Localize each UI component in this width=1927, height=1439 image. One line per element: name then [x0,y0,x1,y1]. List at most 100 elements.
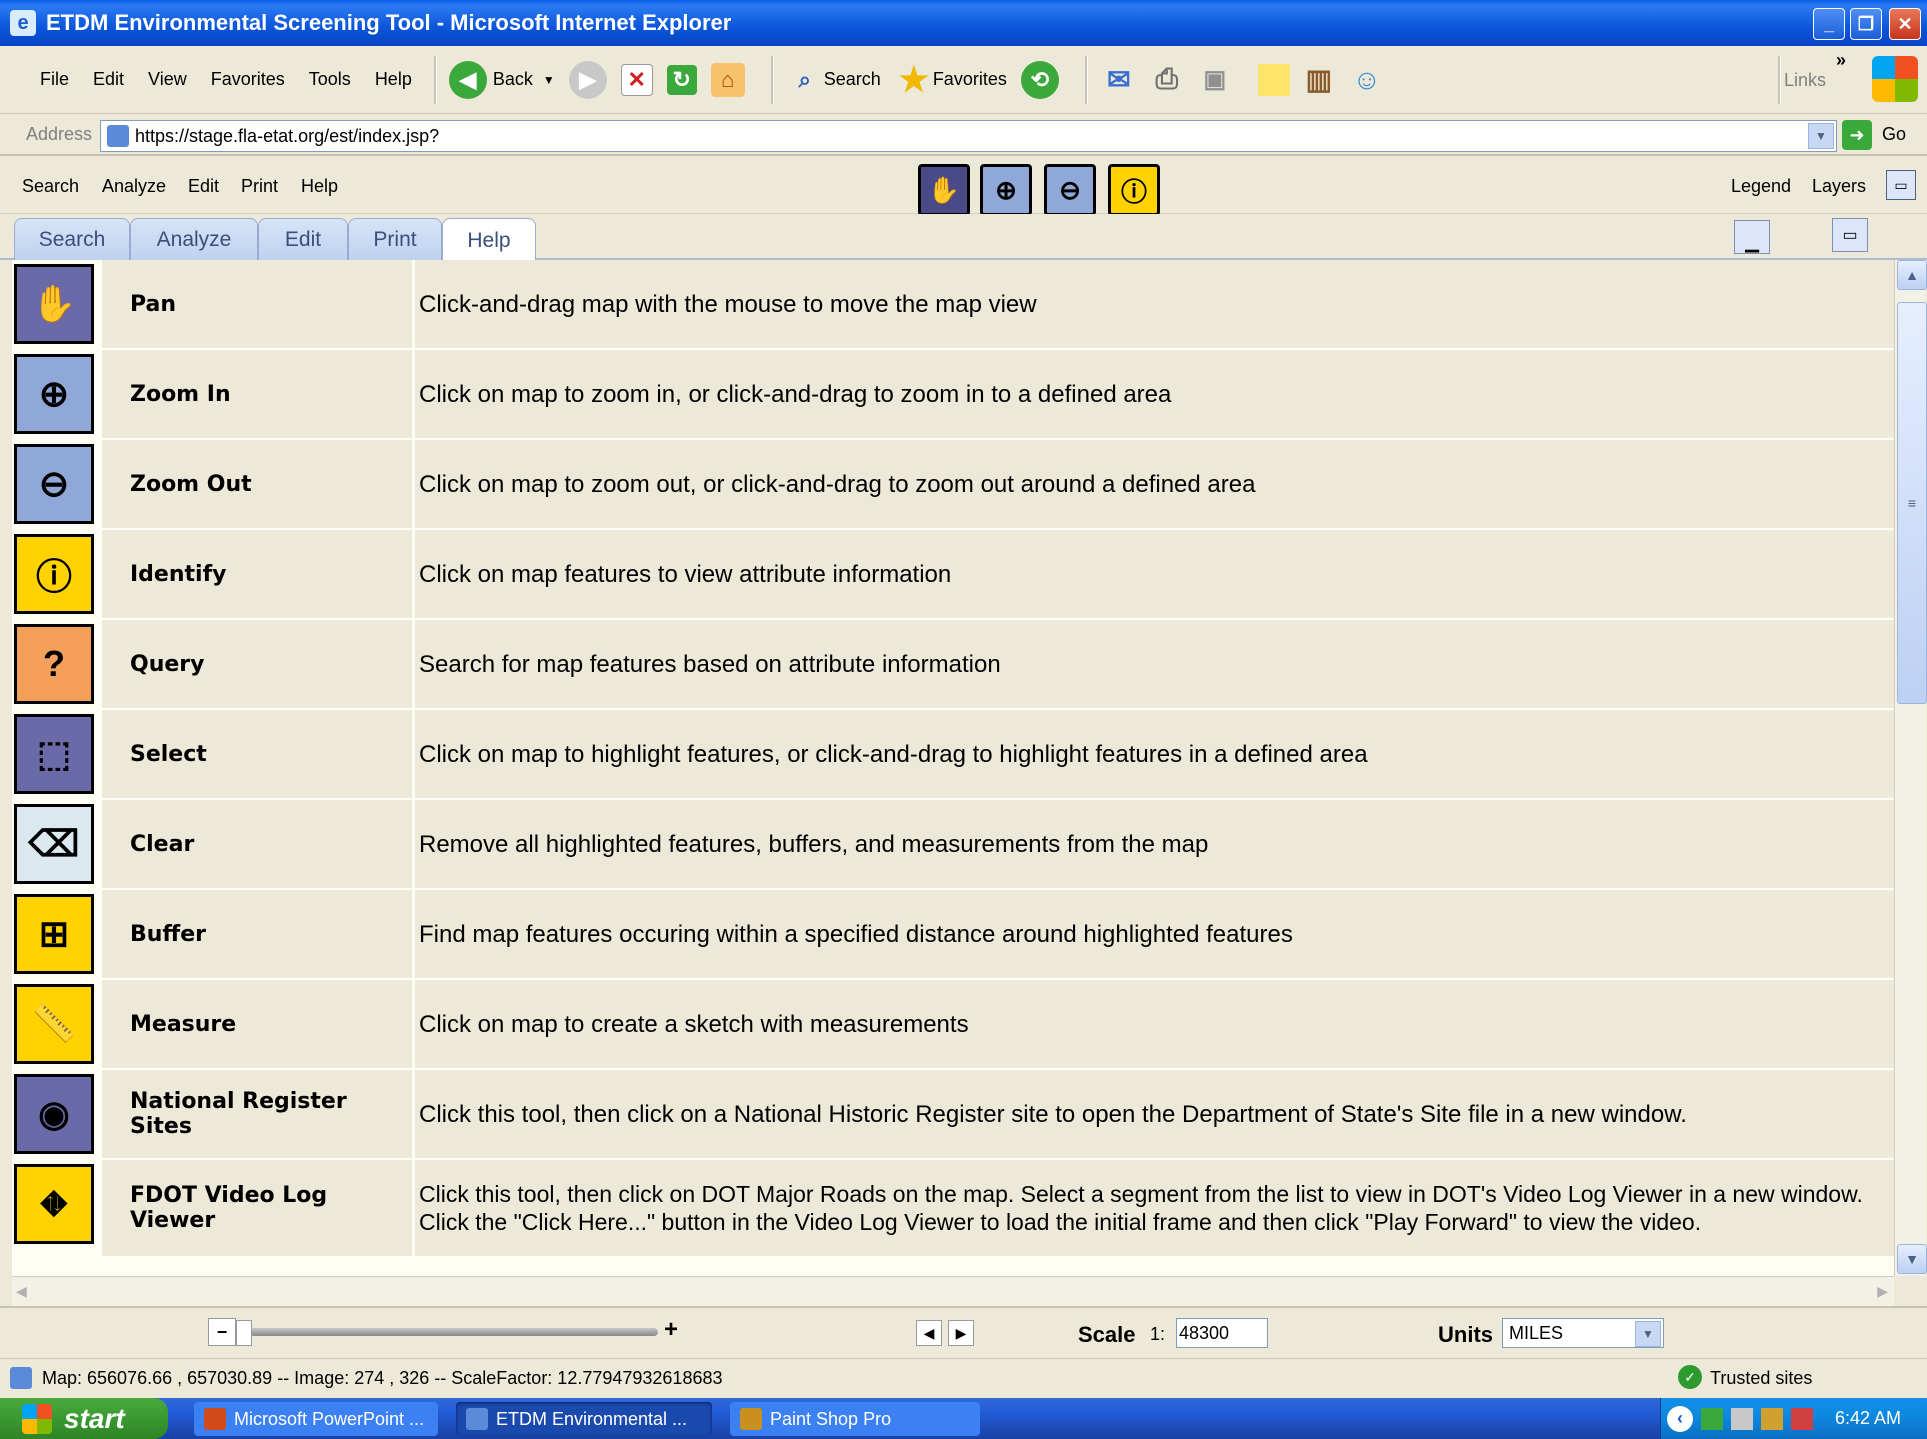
legend-link[interactable]: Legend [1731,176,1791,197]
units-select[interactable]: MILES ▼ [1502,1318,1664,1348]
layers-link[interactable]: Layers [1812,176,1866,197]
tab-help[interactable]: Help [442,218,536,263]
tray-tool-icon[interactable] [1761,1407,1783,1430]
menu-view[interactable]: View [148,69,187,90]
zoom-out-icon: ⊖ [14,444,94,524]
scroll-down-icon[interactable]: ▼ [1897,1244,1927,1274]
search-button[interactable]: ⌕ Search [786,61,881,99]
star-icon: ★ [898,60,930,99]
road-icon: ⛖ [14,1164,94,1244]
refresh-icon[interactable]: ↻ [666,64,697,95]
favorites-button[interactable]: ★ Favorites [895,61,1007,99]
app-menu-analyze[interactable]: Analyze [102,176,166,197]
menu-tools[interactable]: Tools [309,69,351,90]
address-dropdown-icon[interactable]: ▼ [1808,123,1834,149]
edit-page-icon[interactable]: ▣ [1196,61,1234,99]
tool-name: Select [102,710,412,798]
minimize-panel-icon[interactable]: ▁ [1734,220,1770,254]
favorites-label: Favorites [932,69,1007,89]
menu-file[interactable]: File [40,69,69,90]
restore-panel-icon[interactable]: ▭ [1832,218,1868,252]
task-powerpoint[interactable]: Microsoft PowerPoint ... [194,1402,438,1436]
scroll-up-icon[interactable]: ▲ [1897,260,1927,290]
help-row: ⓘ Identify Click on map features to view a… [12,530,1894,618]
tab-analyze[interactable]: Analyze [130,218,258,261]
identify-tool-icon[interactable]: ⓘ [1108,164,1160,216]
menu-favorites[interactable]: Favorites [211,69,285,90]
minimize-button[interactable]: _ [1813,8,1845,40]
app-menu-edit[interactable]: Edit [188,176,219,197]
help-row: ? Query Search for map features based on a… [12,620,1894,708]
toolbar-separator [1084,55,1088,104]
units-dropdown-icon[interactable]: ▼ [1635,1321,1661,1347]
status-bar: Map: 656076.66 , 657030.89 -- Image: 274… [0,1358,1927,1398]
taskbar: start Microsoft PowerPoint ... ETDM Envi… [0,1398,1927,1439]
tool-description: Click-and-drag map with the mouse to mov… [415,260,1894,348]
zoom-out-slider-icon[interactable]: − [208,1318,236,1346]
scroll-left-icon[interactable]: ◀ [16,1283,27,1300]
back-arrow-icon: ◀ [448,60,487,99]
tray-alert-icon[interactable] [1791,1407,1813,1430]
tab-edit[interactable]: Edit [258,218,348,261]
forward-arrow-icon[interactable]: ▶ [568,60,607,99]
tab-search[interactable]: Search [14,218,130,261]
tray-app-icon[interactable] [1701,1407,1723,1430]
tray-expand-icon[interactable]: ‹ [1667,1405,1693,1432]
address-input[interactable]: https://stage.fla-etat.org/est/index.jsp… [100,120,1837,152]
zoom-in-tool-icon[interactable]: ⊕ [980,164,1032,216]
home-icon[interactable]: ⌂ [710,62,745,97]
zoom-slider-thumb[interactable] [236,1320,252,1346]
menu-edit[interactable]: Edit [93,69,124,90]
history-icon[interactable]: ⟲ [1020,60,1059,99]
zoom-slider-track[interactable] [250,1328,658,1336]
help-row: 📏 Measure Click on map to create a sketch … [12,980,1894,1068]
close-button[interactable]: ✕ [1889,8,1921,40]
toolbar-separator [770,55,774,104]
menu-help[interactable]: Help [375,69,412,90]
print-icon[interactable]: ⎙ [1148,61,1186,99]
help-row: ⊕ Zoom In Click on map to zoom in, or clic… [12,350,1894,438]
ie-icon [466,1408,488,1430]
task-etdm[interactable]: ETDM Environmental ... [456,1402,712,1436]
go-button[interactable]: Go [1882,124,1906,145]
next-extent-icon[interactable]: ▶ [948,1320,974,1346]
links-label[interactable]: Links [1784,70,1826,91]
page-status-icon [10,1367,32,1389]
mail-icon[interactable]: ✉ [1100,61,1138,99]
scroll-right-icon[interactable]: ▶ [1877,1283,1888,1300]
tool-description: Search for map features based on attribu… [415,620,1894,708]
horizontal-scrollbar[interactable]: ◀ ▶ [12,1276,1894,1306]
tab-print[interactable]: Print [348,218,442,261]
overflow-chevron-icon[interactable]: » [1836,50,1846,71]
go-arrow-icon[interactable]: ➜ [1842,120,1872,150]
tool-name: Buffer [102,890,412,978]
toolbar-separator [1778,55,1781,104]
app-menu-print[interactable]: Print [241,176,278,197]
help-row: ⬚ Select Click on map to highlight feature… [12,710,1894,798]
scroll-thumb[interactable]: ≡ [1897,302,1927,704]
vertical-scrollbar[interactable]: ▲ ≡ ▼ [1894,260,1927,1276]
restore-button[interactable]: ❐ [1850,8,1882,40]
discuss-icon[interactable] [1257,63,1290,96]
messenger-icon[interactable]: ☺ [1348,61,1386,99]
scale-input[interactable] [1176,1318,1268,1348]
system-tray: ‹ 6:42 AM [1660,1398,1927,1439]
stop-icon[interactable]: ✕ [620,63,653,96]
window-title-bar[interactable]: e ETDM Environmental Screening Tool - Mi… [0,0,1927,46]
app-menu-help[interactable]: Help [301,176,338,197]
pan-tool-icon[interactable]: ✋ [918,164,970,216]
previous-extent-icon[interactable]: ◀ [916,1320,942,1346]
clock: 6:42 AM [1835,1408,1902,1428]
zoom-in-slider-icon[interactable]: + [664,1316,678,1344]
chevron-down-icon[interactable]: ▼ [543,73,555,87]
maximize-panel-icon[interactable]: ▭ [1886,170,1916,200]
paintshop-icon [740,1408,762,1430]
start-button[interactable]: start [0,1398,168,1439]
app-menu-search[interactable]: Search [22,176,79,197]
network-icon[interactable] [1731,1407,1753,1430]
research-icon[interactable]: ▥ [1300,61,1338,99]
eraser-icon: ⌫ [14,804,94,884]
task-paintshop[interactable]: Paint Shop Pro [730,1402,980,1436]
back-button[interactable]: ◀ Back ▼ [448,60,555,99]
zoom-out-tool-icon[interactable]: ⊖ [1044,164,1096,216]
